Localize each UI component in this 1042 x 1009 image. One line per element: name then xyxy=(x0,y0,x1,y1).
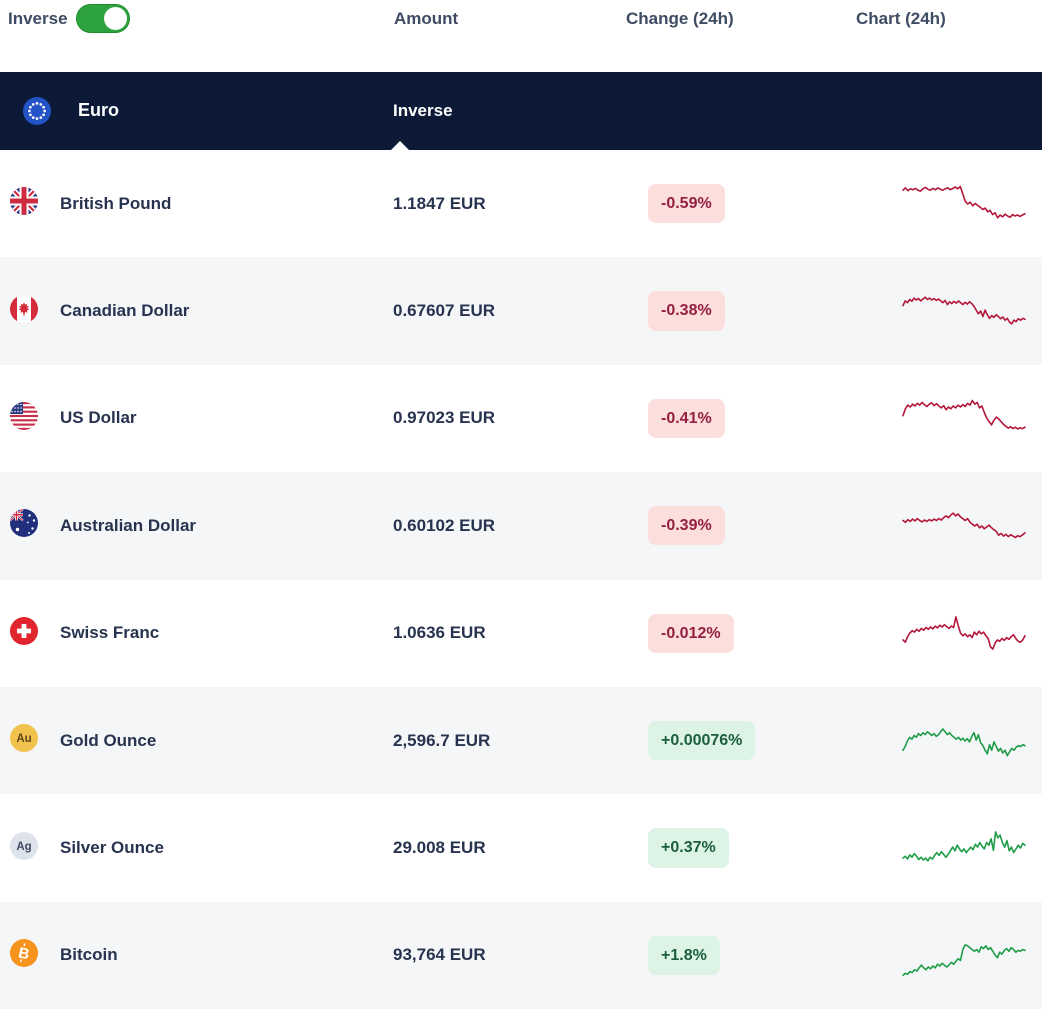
change-badge: -0.39% xyxy=(648,506,725,546)
change-badge: -0.59% xyxy=(648,184,725,224)
column-header-amount: Amount xyxy=(394,9,459,28)
sparkline-chart xyxy=(900,607,1032,659)
change-badge: +0.00076% xyxy=(648,721,756,761)
sparkline-chart xyxy=(900,178,1032,230)
base-currency-name: Euro xyxy=(78,100,120,120)
gold-flag-icon: Au xyxy=(10,724,38,757)
euro-flag-icon xyxy=(23,97,51,130)
currency-row-bitcoin[interactable]: B Bitcoin 93,764 EUR +1.8% xyxy=(0,901,1042,1009)
currency-rates-page: { "toolbar": { "inverse_label": "Inverse… xyxy=(0,0,1042,1009)
currency-amount: 1.0636 EUR xyxy=(393,623,486,643)
svg-text:Au: Au xyxy=(16,733,31,745)
base-inverse-label: Inverse xyxy=(393,101,453,120)
change-badge: +0.37% xyxy=(648,828,729,868)
silver-flag-icon: Ag xyxy=(10,831,38,865)
inverse-toggle[interactable] xyxy=(76,4,130,33)
change-badge: -0.41% xyxy=(648,398,725,439)
currency-row-british-pound[interactable]: British Pound 1.1847 EUR -0.59% xyxy=(0,150,1042,258)
currency-amount: 2,596.7 EUR xyxy=(393,730,491,750)
us-flag-icon xyxy=(10,401,38,435)
currency-amount: 0.97023 EUR xyxy=(393,408,496,428)
currency-row-us-dollar[interactable]: US Dollar 0.97023 EUR -0.41% xyxy=(0,364,1042,473)
currency-amount: 1.1847 EUR xyxy=(393,193,486,213)
column-header-chart: Chart (24h) xyxy=(856,9,946,28)
change-badge: +1.8% xyxy=(648,935,720,976)
ca-flag-icon xyxy=(10,294,38,328)
currency-name: Silver Ounce xyxy=(60,838,164,858)
currency-row-australian-dollar[interactable]: Australian Dollar 0.60102 EUR -0.39% xyxy=(0,472,1042,580)
sparkline-chart xyxy=(900,392,1032,444)
sparkline-chart xyxy=(900,929,1032,981)
currency-row-silver-ounce[interactable]: Ag Silver Ounce 29.008 EUR +0.37% xyxy=(0,794,1042,902)
notch-pointer xyxy=(391,141,409,150)
sparkline-chart xyxy=(900,500,1032,552)
currency-name: British Pound xyxy=(60,193,172,213)
change-badge: -0.38% xyxy=(648,291,725,331)
currency-amount: 0.60102 EUR xyxy=(393,515,496,535)
sparkline-chart xyxy=(900,285,1032,337)
rates-table: British Pound 1.1847 EUR -0.59% Canadian… xyxy=(0,150,1042,1009)
currency-amount: 29.008 EUR xyxy=(393,838,486,858)
au-flag-icon xyxy=(10,509,38,542)
currency-amount: 0.67607 EUR xyxy=(393,301,496,321)
svg-text:Ag: Ag xyxy=(16,841,31,853)
toggle-knob xyxy=(104,7,127,30)
currency-row-gold-ounce[interactable]: Au Gold Ounce 2,596.7 EUR +0.00076% xyxy=(0,686,1042,795)
currency-row-swiss-franc[interactable]: Swiss Franc 1.0636 EUR -0.012% xyxy=(0,579,1042,687)
currency-row-canadian-dollar[interactable]: Canadian Dollar 0.67607 EUR -0.38% xyxy=(0,257,1042,365)
sparkline-chart xyxy=(900,715,1032,767)
sparkline-chart xyxy=(900,822,1032,874)
gb-flag-icon xyxy=(10,187,38,220)
currency-name: Canadian Dollar xyxy=(60,301,190,321)
base-currency-row[interactable]: Euro Inverse xyxy=(0,72,1042,150)
inverse-toggle-label: Inverse xyxy=(8,9,68,28)
currency-amount: 93,764 EUR xyxy=(393,945,486,965)
column-header-change: Change (24h) xyxy=(626,9,734,28)
currency-name: Bitcoin xyxy=(60,945,118,965)
currency-name: Swiss Franc xyxy=(60,623,160,643)
currency-name: US Dollar xyxy=(60,408,137,428)
toolbar: Inverse Amount Change (24h) Chart (24h) xyxy=(0,0,1042,72)
btc-flag-icon: B xyxy=(10,938,38,972)
currency-name: Australian Dollar xyxy=(60,515,197,535)
currency-name: Gold Ounce xyxy=(60,730,157,750)
ch-flag-icon xyxy=(10,616,38,650)
change-badge: -0.012% xyxy=(648,613,734,653)
